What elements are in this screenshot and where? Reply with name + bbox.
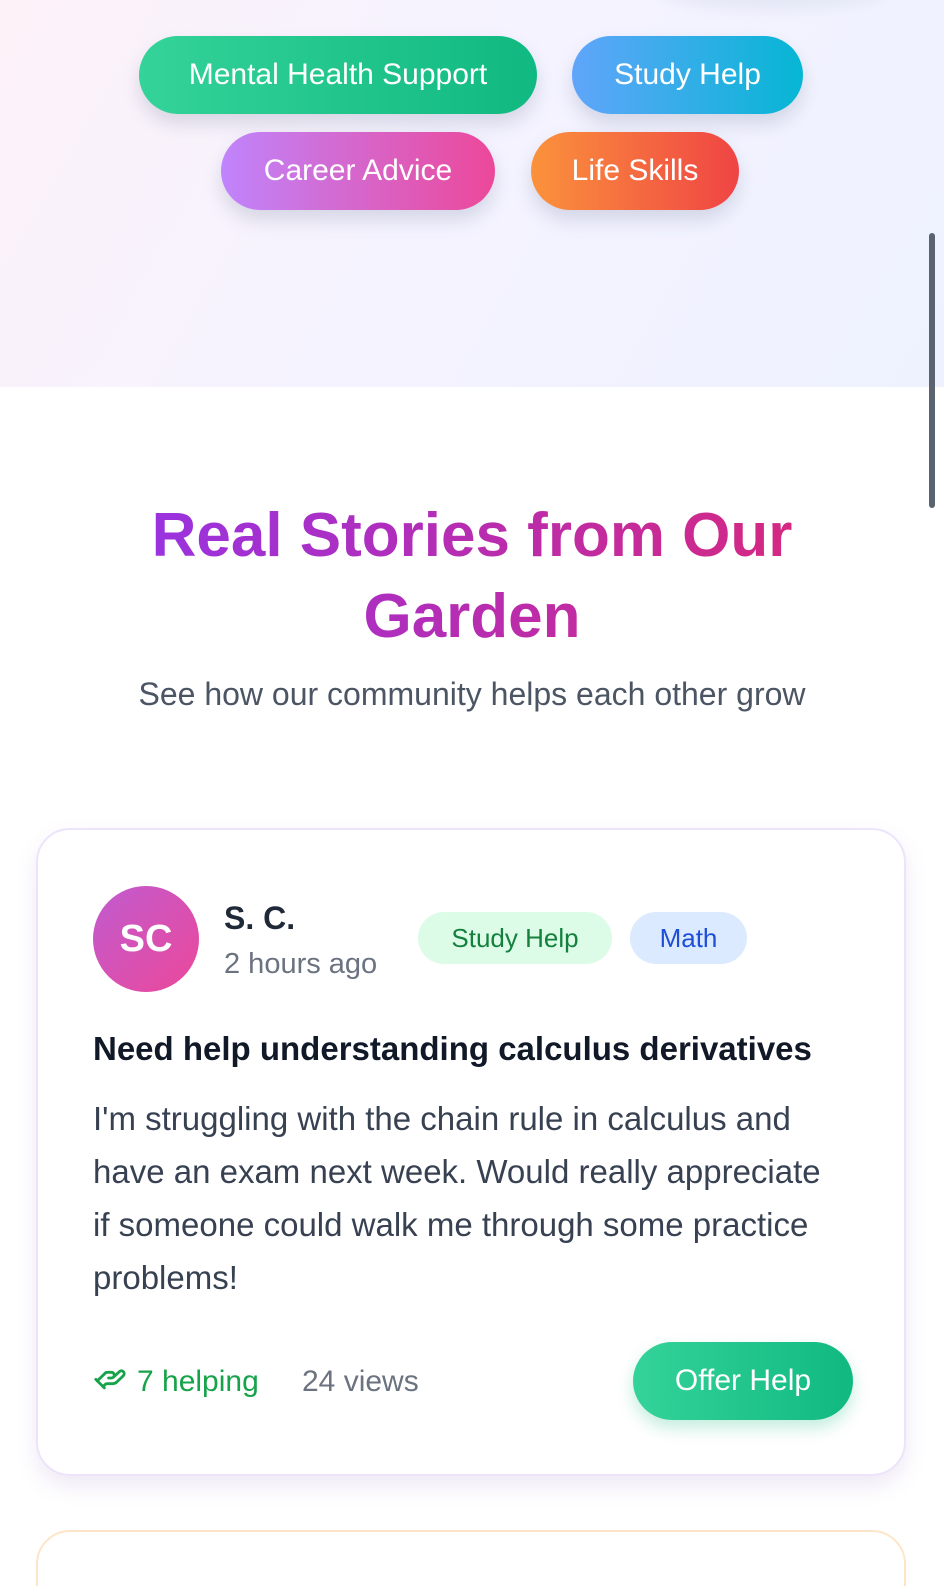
section-title: Real Stories from Our Garden: [80, 495, 864, 657]
avatar: SC: [93, 886, 199, 992]
tag-study-help: Study Help: [418, 912, 612, 964]
offer-help-button[interactable]: Offer Help: [633, 1342, 853, 1420]
category-life-skills-button[interactable]: Life Skills: [531, 132, 739, 210]
category-study-help-button[interactable]: Study Help: [572, 36, 803, 114]
post-body: I'm struggling with the chain rule in ca…: [93, 1100, 821, 1296]
page-scrollbar[interactable]: [929, 233, 935, 508]
category-career-advice-button[interactable]: Career Advice: [221, 132, 495, 210]
helping-label: 7 helping: [137, 1365, 259, 1398]
story-card-next: [36, 1530, 906, 1586]
section-subtitle: See how our community helps each other g…: [138, 676, 806, 712]
post-title: Need help understanding calculus derivat…: [93, 1030, 812, 1067]
helping-hand-icon: [93, 1361, 127, 1403]
story-card: SC S. C. 2 hours ago Study Help Math Nee…: [36, 828, 906, 1476]
author-name: S. C.: [224, 900, 296, 936]
hero-decoration: [660, 0, 890, 10]
tag-math: Math: [630, 912, 747, 964]
category-mental-health-button[interactable]: Mental Health Support: [139, 36, 537, 114]
post-timestamp: 2 hours ago: [224, 948, 378, 980]
helping-count: 7 helping: [93, 1362, 259, 1402]
views-count: 24 views: [302, 1365, 419, 1398]
